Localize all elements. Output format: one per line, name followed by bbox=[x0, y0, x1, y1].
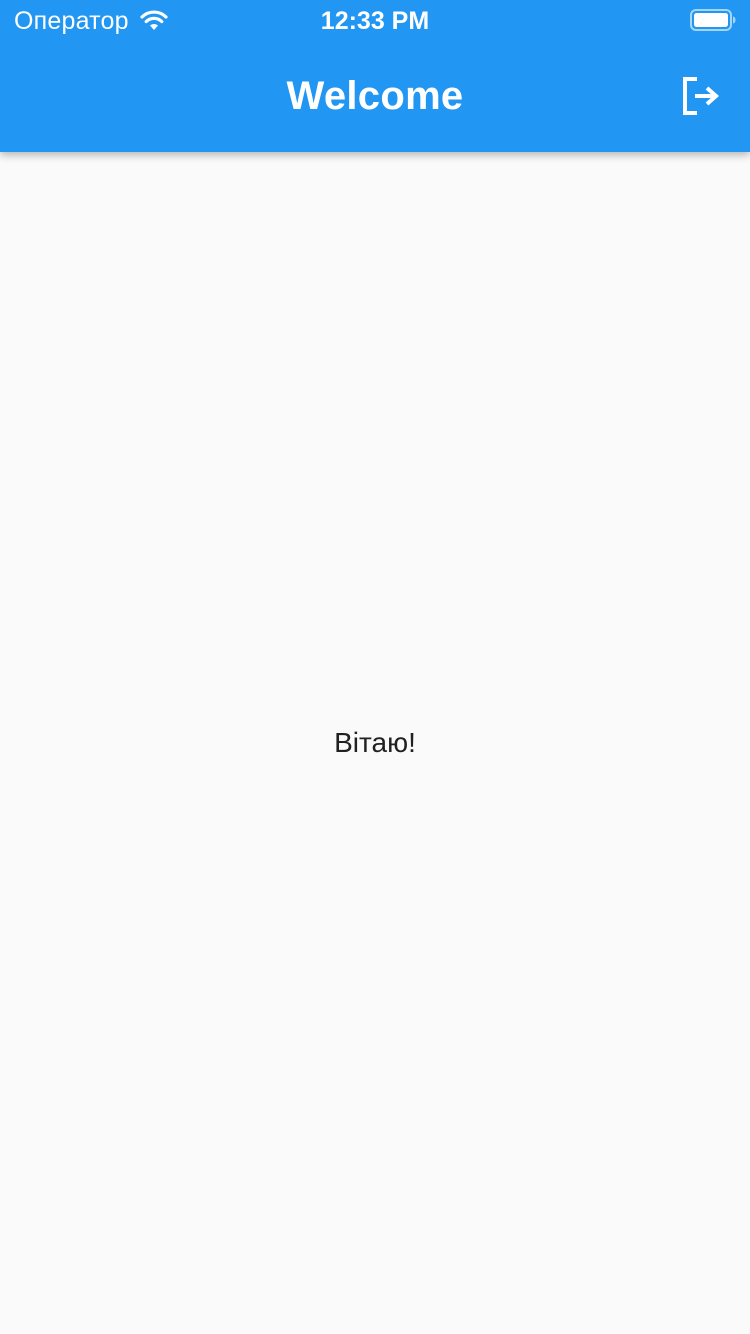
logout-icon bbox=[683, 77, 720, 115]
page-title: Welcome bbox=[286, 74, 464, 118]
status-bar: Оператор 12:33 PM bbox=[0, 0, 750, 40]
battery-icon bbox=[690, 9, 736, 31]
logout-button[interactable] bbox=[668, 62, 736, 130]
main-content: Вітаю! bbox=[0, 152, 750, 1334]
app-screen: Оператор 12:33 PM Welcome Вітаю! bbox=[0, 0, 750, 1334]
app-bar: Оператор 12:33 PM Welcome bbox=[0, 0, 750, 152]
status-time: 12:33 PM bbox=[320, 7, 430, 35]
greeting-text: Вітаю! bbox=[334, 727, 416, 758]
